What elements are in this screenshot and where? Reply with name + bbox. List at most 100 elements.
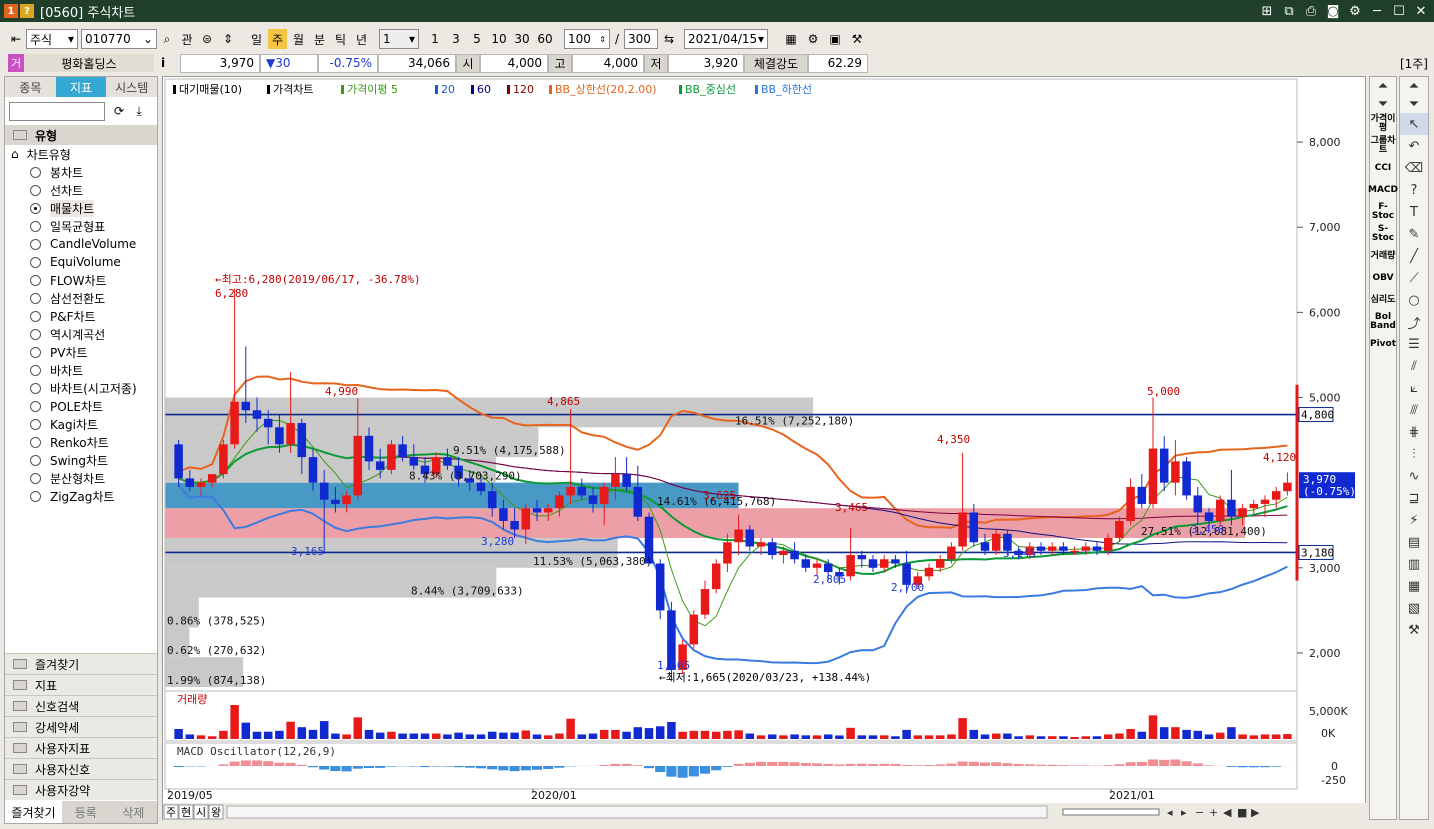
cursor-icon[interactable]: ↖ xyxy=(1400,113,1428,135)
period-week[interactable]: 주 xyxy=(268,29,287,49)
indicator-tool-button[interactable]: 가격이평 xyxy=(1370,113,1396,135)
footer-register-button[interactable]: 등록 xyxy=(62,801,110,823)
group-user-indicator[interactable]: 사용자지표 xyxy=(5,737,157,758)
radio-button[interactable] xyxy=(30,256,41,268)
group-strength[interactable]: 강세약세 xyxy=(5,716,157,737)
gear-icon[interactable]: ⚙ xyxy=(1346,2,1364,20)
ray-icon[interactable]: ⟋ xyxy=(1400,267,1428,289)
tree-group[interactable]: ⌂ 차트유형 xyxy=(5,145,157,163)
indicator-search-input[interactable] xyxy=(9,101,105,121)
gwan-button[interactable]: 관 xyxy=(177,29,197,49)
eraser-icon[interactable]: ⌫ xyxy=(1400,157,1428,179)
radio-button[interactable] xyxy=(30,166,41,178)
capture-icon[interactable]: ◙ xyxy=(1324,2,1342,20)
radio-button[interactable] xyxy=(30,328,41,340)
close-icon[interactable]: ✕ xyxy=(1412,2,1430,20)
chart-type-item[interactable]: Kagi차트 xyxy=(5,415,157,433)
radio-button[interactable] xyxy=(30,292,41,304)
barchart-icon[interactable]: ▦ xyxy=(1400,575,1428,597)
indicator-tool-button[interactable]: MACD xyxy=(1368,179,1398,201)
indicator-tool-button[interactable]: CCI xyxy=(1370,157,1396,179)
stock-name[interactable]: 평화홀딩스 xyxy=(24,54,154,72)
code-input[interactable]: 010770 ⌄ xyxy=(81,29,157,49)
radio-button[interactable] xyxy=(30,382,41,394)
footer-delete-button[interactable]: 삭제 xyxy=(109,801,157,823)
interval-select[interactable]: 1 ▾ xyxy=(379,29,419,49)
stock-chart[interactable]: 0.86% (378,525) 0.62% (270,632) 1.99% (874… xyxy=(163,77,1367,821)
interval-1[interactable]: 1 xyxy=(425,29,445,49)
prev-stock-icon[interactable]: ⇤ xyxy=(6,29,26,49)
chart-type-item[interactable]: P&F차트 xyxy=(5,307,157,325)
minimize-icon[interactable]: ─ xyxy=(1368,2,1386,20)
section-header[interactable]: 유형 xyxy=(5,125,157,145)
date-picker[interactable]: 2021/04/15 ▾ xyxy=(684,29,768,49)
chart-type-item[interactable]: FLOW차트 xyxy=(5,271,157,289)
zoom-icon[interactable]: ⇆ xyxy=(658,29,680,49)
radio-button[interactable] xyxy=(30,364,41,376)
sync-icon[interactable]: ⊜ xyxy=(197,29,217,49)
wave-icon[interactable]: ∿ xyxy=(1400,465,1428,487)
radio-button[interactable] xyxy=(30,472,41,484)
interval-5[interactable]: 5 xyxy=(467,29,487,49)
link-icon[interactable]: ⊞ xyxy=(1258,2,1276,20)
parallel-icon[interactable]: ⫶ xyxy=(1400,443,1428,465)
circle-icon[interactable]: ○ xyxy=(1400,289,1428,311)
chart-type-item[interactable]: 삼선전환도 xyxy=(5,289,157,307)
grid-icon[interactable]: ⋕ xyxy=(1400,421,1428,443)
scroll-down-icon[interactable]: ⏷ xyxy=(1370,95,1396,113)
copy-icon[interactable]: ⧉ xyxy=(1280,2,1298,20)
tab-system[interactable]: 시스템 xyxy=(106,77,157,97)
undo-icon[interactable]: ↶ xyxy=(1400,135,1428,157)
group-user-strength[interactable]: 사용자강약 xyxy=(5,779,157,800)
radio-button[interactable] xyxy=(30,274,41,286)
chart-type-item[interactable]: Renko차트 xyxy=(5,433,157,451)
interval-10[interactable]: 10 xyxy=(488,29,510,49)
period-day[interactable]: 일 xyxy=(247,29,266,49)
radio-button[interactable] xyxy=(30,436,41,448)
interval-30[interactable]: 30 xyxy=(511,29,533,49)
chart-type-item[interactable]: 봉차트 xyxy=(5,163,157,181)
chart-type-item[interactable]: 매물차트 xyxy=(5,199,157,217)
chart-icon[interactable]: ▦ xyxy=(780,29,802,49)
indicator-tool-button[interactable]: Pivot xyxy=(1370,333,1396,355)
auto-icon[interactable]: ⚡ xyxy=(1400,509,1428,531)
radio-button[interactable] xyxy=(30,400,41,412)
pen-icon[interactable]: ✎ xyxy=(1400,223,1428,245)
indicator-tool-button[interactable]: S-Stoc xyxy=(1370,223,1396,245)
text-icon[interactable]: T xyxy=(1400,201,1428,223)
chart-type-item[interactable]: 일목균형표 xyxy=(5,217,157,235)
count-stepper[interactable]: 100 ⇕ xyxy=(564,29,610,49)
search-icon[interactable]: ⌕ xyxy=(157,29,177,49)
radio-button[interactable] xyxy=(30,184,41,196)
chart-type-item[interactable]: 바차트 xyxy=(5,361,157,379)
group-favorites[interactable]: 즐겨찾기 xyxy=(5,653,157,674)
help-icon[interactable]: ? xyxy=(1400,179,1428,201)
wrench-icon[interactable]: ⚒ xyxy=(1400,619,1428,641)
indicator-tool-button[interactable]: Bol Band xyxy=(1370,311,1396,333)
radio-button[interactable] xyxy=(30,238,41,250)
save-icon[interactable]: ▣ xyxy=(824,29,846,49)
line-icon[interactable]: ╱ xyxy=(1400,245,1428,267)
period-month[interactable]: 월 xyxy=(289,29,308,49)
step-icon[interactable]: ⊒ xyxy=(1400,487,1428,509)
period-tick[interactable]: 틱 xyxy=(331,29,350,49)
tool-icon[interactable]: ⚒ xyxy=(846,29,868,49)
period-year[interactable]: 년 xyxy=(352,29,371,49)
info-icon[interactable]: i xyxy=(154,56,172,70)
radio-button[interactable] xyxy=(30,310,41,322)
market-select[interactable]: 주식 ▾ xyxy=(26,29,78,49)
group-indicator[interactable]: 지표 xyxy=(5,674,157,695)
chart-type-item[interactable]: 바차트(시고저종) xyxy=(5,379,157,397)
maximize-icon[interactable]: ☐ xyxy=(1390,2,1408,20)
chart-type-item[interactable]: CandleVolume xyxy=(5,235,157,253)
radio-button[interactable] xyxy=(30,202,41,214)
fan-icon[interactable]: ⟀ xyxy=(1400,377,1428,399)
channel-icon[interactable]: ⫻ xyxy=(1400,399,1428,421)
period-minute[interactable]: 분 xyxy=(310,29,329,49)
group-user-signal[interactable]: 사용자신호 xyxy=(5,758,157,779)
doc-icon[interactable]: ▥ xyxy=(1400,553,1428,575)
scroll-up-icon[interactable]: ⏶ xyxy=(1400,77,1428,95)
horizontal-line-icon[interactable]: ☰ xyxy=(1400,333,1428,355)
tab-indicator[interactable]: 지표 xyxy=(55,77,107,97)
trend-icon[interactable]: ⤴ xyxy=(1400,311,1428,333)
